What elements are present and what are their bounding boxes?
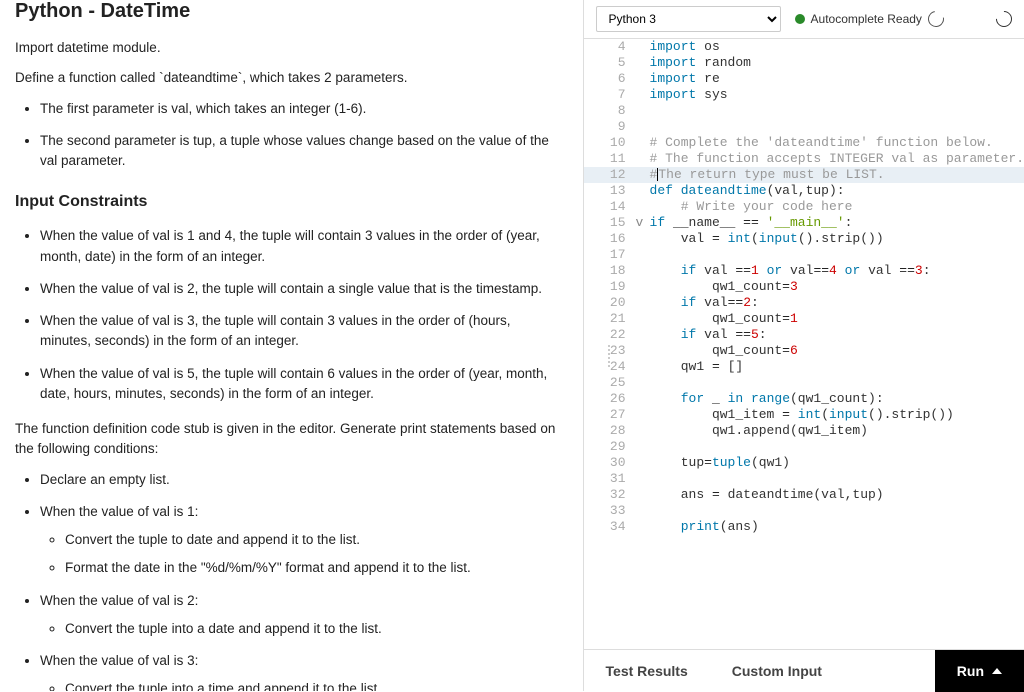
autocomplete-label: Autocomplete Ready (811, 12, 922, 26)
reset-icon[interactable] (993, 8, 1016, 31)
code-line[interactable]: 26 for _ in range(qw1_count): (584, 391, 1024, 407)
code-line[interactable]: 18 if val ==1 or val==4 or val ==3: (584, 263, 1024, 279)
caret-up-icon (992, 668, 1002, 674)
code-editor[interactable]: 4import os5import random6import re7impor… (584, 39, 1024, 649)
pane-drag-handle[interactable] (608, 345, 616, 367)
code-line[interactable]: 6import re (584, 71, 1024, 87)
task-item: Declare an empty list. (40, 470, 563, 490)
tab-test-results[interactable]: Test Results (584, 650, 710, 691)
run-button[interactable]: Run (935, 650, 1024, 692)
code-line[interactable]: 13def dateandtime(val,tup): (584, 183, 1024, 199)
code-line[interactable]: 25 (584, 375, 1024, 391)
code-line[interactable]: 30 tup=tuple(qw1) (584, 455, 1024, 471)
code-line[interactable]: 12#The return type must be LIST. (584, 167, 1024, 183)
problem-panel: Python - DateTime Import datetime module… (0, 0, 583, 691)
code-line[interactable]: 16 val = int(input().strip()) (584, 231, 1024, 247)
param-item: The first parameter is val, which takes … (40, 99, 563, 119)
autocomplete-status: Autocomplete Ready (795, 11, 944, 27)
code-line[interactable]: 10# Complete the 'dateandtime' function … (584, 135, 1024, 151)
task-intro: The function definition code stub is giv… (15, 419, 563, 460)
code-line[interactable]: 14 # Write your code here (584, 199, 1024, 215)
task-item: When the value of val is 2: Convert the … (40, 591, 563, 640)
code-line[interactable]: 5import random (584, 55, 1024, 71)
task-item: When the value of val is 3: Convert the … (40, 651, 563, 691)
constraint-item: When the value of val is 3, the tuple wi… (40, 311, 563, 352)
constraint-item: When the value of val is 2, the tuple wi… (40, 279, 563, 299)
code-line[interactable]: 4import os (584, 39, 1024, 55)
code-line[interactable]: 20 if val==2: (584, 295, 1024, 311)
status-dot-icon (795, 14, 805, 24)
code-line[interactable]: 19 qw1_count=3 (584, 279, 1024, 295)
task-subitem: Convert the tuple into a time and append… (65, 679, 563, 691)
task-subitem: Convert the tuple to date and append it … (65, 530, 563, 550)
code-line[interactable]: 33 (584, 503, 1024, 519)
code-line[interactable]: 22 if val ==5: (584, 327, 1024, 343)
code-line[interactable]: 9 (584, 119, 1024, 135)
problem-title: Python - DateTime (15, 0, 563, 23)
code-line[interactable]: 32 ans = dateandtime(val,tup) (584, 487, 1024, 503)
language-select[interactable]: Python 3 (596, 6, 781, 32)
code-line[interactable]: 21 qw1_count=1 (584, 311, 1024, 327)
code-line[interactable]: 17 (584, 247, 1024, 263)
editor-bottombar: Test Results Custom Input Run (584, 649, 1024, 691)
tab-custom-input[interactable]: Custom Input (710, 650, 844, 691)
code-line[interactable]: 31 (584, 471, 1024, 487)
code-line[interactable]: 8 (584, 103, 1024, 119)
code-line[interactable]: 29 (584, 439, 1024, 455)
code-line[interactable]: 27 qw1_item = int(input().strip()) (584, 407, 1024, 423)
constraints-heading: Input Constraints (15, 193, 563, 211)
constraint-item: When the value of val is 1 and 4, the tu… (40, 226, 563, 267)
refresh-icon[interactable] (925, 8, 947, 30)
editor-topbar: Python 3 Autocomplete Ready (584, 0, 1024, 39)
intro-p1: Import datetime module. (15, 38, 563, 58)
code-line[interactable]: 23 qw1_count=6 (584, 343, 1024, 359)
task-item: When the value of val is 1: Convert the … (40, 502, 563, 579)
code-line[interactable]: 34 print(ans) (584, 519, 1024, 535)
intro-p2: Define a function called `dateandtime`, … (15, 68, 563, 88)
param-item: The second parameter is tup, a tuple who… (40, 131, 563, 172)
editor-panel: Python 3 Autocomplete Ready 4import os5i… (583, 0, 1024, 691)
task-subitem: Format the date in the "%d/%m/%Y" format… (65, 558, 563, 578)
code-line[interactable]: 15vif __name__ == '__main__': (584, 215, 1024, 231)
constraint-item: When the value of val is 5, the tuple wi… (40, 364, 563, 405)
code-line[interactable]: 28 qw1.append(qw1_item) (584, 423, 1024, 439)
task-subitem: Convert the tuple into a date and append… (65, 619, 563, 639)
run-label: Run (957, 663, 984, 679)
code-line[interactable]: 11# The function accepts INTEGER val as … (584, 151, 1024, 167)
code-line[interactable]: 24 qw1 = [] (584, 359, 1024, 375)
code-line[interactable]: 7import sys (584, 87, 1024, 103)
